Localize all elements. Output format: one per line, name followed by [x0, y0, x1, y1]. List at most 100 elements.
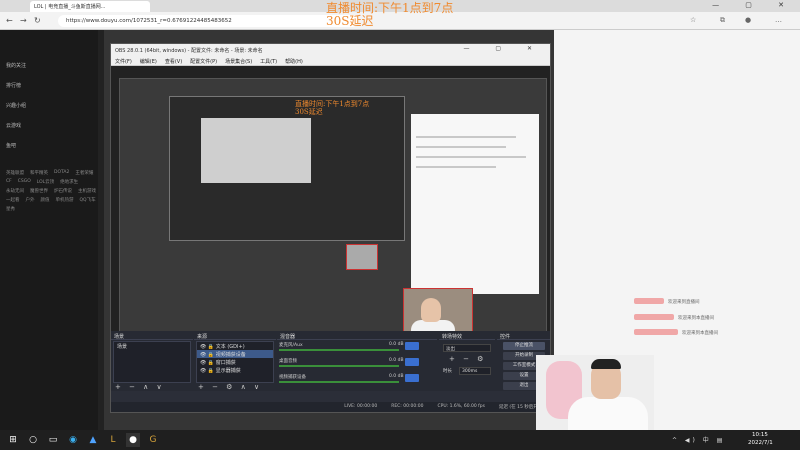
obs-menubar: 文件(F) 编辑(E) 查看(V) 配置文件(P) 场景集合(S) 工具(T) …: [111, 55, 550, 66]
nav-category[interactable]: 英雄联盟: [6, 170, 24, 176]
menu-profile[interactable]: 配置文件(P): [190, 58, 217, 65]
preview-text-line: [416, 166, 496, 168]
menu-edit[interactable]: 编辑(E): [140, 58, 157, 65]
nav-item-groups[interactable]: 兴趣小组: [6, 102, 26, 109]
nav-item-cloud-game[interactable]: 云游戏: [6, 122, 21, 129]
obs-title-text: OBS 28.0.1 (64bit, windows) - 配置文件: 未命名 …: [115, 48, 263, 54]
nav-category[interactable]: 颜值: [41, 197, 50, 203]
nav-category[interactable]: 和平精英: [30, 170, 48, 176]
windows-start-icon[interactable]: ⊞: [6, 433, 20, 447]
user-badge: [634, 298, 664, 304]
site-left-nav: 我的关注 排行榜 兴趣小组 云游戏 鱼吧 英雄联盟 和平精英 DOTA2 王者荣…: [0, 30, 104, 430]
search-icon[interactable]: ○: [26, 433, 40, 447]
transitions-title: 转场特效: [439, 331, 495, 340]
address-text: https://www.douyu.com/1072531_r=0.676912…: [66, 18, 232, 24]
nav-item-yuba[interactable]: 鱼吧: [6, 142, 16, 149]
reload-icon[interactable]: ↻: [34, 16, 41, 25]
mixer-volume-slider[interactable]: [279, 365, 399, 367]
nav-category[interactable]: 单机热游: [56, 197, 74, 203]
menu-tools[interactable]: 工具(T): [260, 58, 277, 65]
obs-taskbar-icon[interactable]: ●: [126, 433, 140, 447]
preview-notice-line2: 30S延迟: [295, 108, 323, 116]
profile-icon[interactable]: ●: [745, 16, 751, 24]
source-label: 文本 (GDI+): [215, 344, 245, 350]
stop-streaming-button[interactable]: 停止推流: [503, 342, 545, 350]
address-bar[interactable]: https://www.douyu.com/1072531_r=0.676912…: [58, 15, 358, 27]
nav-category[interactable]: 户外: [26, 197, 35, 203]
edge-icon[interactable]: ◉: [66, 433, 80, 447]
clock-date[interactable]: 2022/7/1: [748, 440, 773, 446]
nav-category-grid: 英雄联盟 和平精英 DOTA2 王者荣耀 CF CSGO LOL云顶 绝地求生 …: [6, 170, 101, 212]
nav-category[interactable]: DOTA2: [54, 170, 69, 176]
scenes-title: 场景: [111, 331, 193, 340]
nav-category[interactable]: LOL云顶: [37, 179, 54, 185]
mixer-volume-slider[interactable]: [279, 349, 399, 351]
sources-toolbar[interactable]: + − ⚙ ∧ ∨: [198, 383, 262, 391]
chat-message: 欢迎来到本直播间: [682, 331, 718, 336]
menu-scene-collection[interactable]: 场景集合(S): [225, 58, 252, 65]
transition-duration-label: 时长: [443, 369, 452, 374]
nav-item-ranking[interactable]: 排行榜: [6, 82, 21, 89]
obs-docks: 场景 场景 + − ∧ ∨ 来源 👁 🔒 文本 (GDI+) 👁 🔒 视频捕获设…: [111, 331, 550, 391]
scene-item[interactable]: 场景: [114, 342, 190, 350]
menu-view[interactable]: 查看(V): [165, 58, 182, 65]
scenes-list: 场景: [113, 341, 191, 383]
user-badge: [634, 329, 678, 335]
source-label: 显示器捕获: [215, 368, 241, 374]
browser-window-controls[interactable]: — ▢ ✕: [712, 1, 796, 9]
transition-select[interactable]: 淡出: [443, 344, 491, 352]
preview-text-line: [416, 136, 516, 138]
clock-time[interactable]: 10:15: [752, 432, 768, 438]
forward-icon[interactable]: →: [20, 16, 27, 25]
nav-category[interactable]: QQ飞车: [80, 197, 96, 203]
nav-category[interactable]: 绝地求生: [60, 179, 78, 185]
nav-item-following[interactable]: 我的关注: [6, 62, 26, 69]
nav-category[interactable]: 王者荣耀: [75, 170, 93, 176]
nav-category[interactable]: 魔兽世界: [30, 188, 48, 194]
obs-window-controls[interactable]: — ▢ ✕: [463, 45, 544, 52]
transition-toolbar[interactable]: + − ⚙: [449, 355, 486, 363]
task-view-icon[interactable]: ▭: [46, 433, 60, 447]
source-item[interactable]: 👁 🔒 显示器捕获: [197, 366, 273, 374]
lol-icon[interactable]: L: [106, 433, 120, 447]
source-item[interactable]: 👁 🔒 文本 (GDI+): [197, 342, 273, 350]
nav-category[interactable]: 主机游戏: [78, 188, 96, 194]
status-rec: REC: 00:00:00: [391, 404, 424, 409]
mixer-channel-level: 0.0 dB: [389, 374, 404, 379]
favorites-icon[interactable]: ☆: [690, 16, 696, 24]
app-icon[interactable]: ▲: [86, 433, 100, 447]
back-icon[interactable]: ←: [6, 16, 13, 25]
preview-small-webcam: [346, 244, 378, 270]
source-item[interactable]: 👁 🔒 窗口捕获: [197, 358, 273, 366]
preview-text-line: [416, 156, 526, 158]
mixer-mute-button[interactable]: [405, 342, 419, 350]
mixer-mute-button[interactable]: [405, 374, 419, 382]
menu-file[interactable]: 文件(F): [115, 58, 132, 65]
obs-titlebar: OBS 28.0.1 (64bit, windows) - 配置文件: 未命名 …: [111, 44, 550, 55]
transition-duration-input[interactable]: 300ms: [459, 367, 491, 375]
browser-tab[interactable]: LOL | 电竞直播_斗鱼斯直播网...: [30, 1, 150, 12]
preview-nested-obs-inner: [201, 118, 311, 183]
nav-category[interactable]: 炉石传说: [54, 188, 72, 194]
collections-icon[interactable]: ⧉: [720, 16, 725, 25]
source-item[interactable]: 👁 🔒 视频捕获设备: [197, 350, 273, 358]
mixer-channel: 桌面音频 0.0 dB: [279, 358, 425, 372]
chat-message: 欢迎来到本直播间: [678, 316, 714, 321]
mixer-mute-button[interactable]: [405, 358, 419, 366]
nav-category[interactable]: 星秀: [6, 206, 15, 212]
mixer-volume-slider[interactable]: [279, 381, 399, 383]
nav-category[interactable]: 一起看: [6, 197, 20, 203]
scenes-toolbar[interactable]: + − ∧ ∨: [115, 383, 165, 391]
menu-icon[interactable]: …: [775, 16, 782, 24]
obs-preview[interactable]: 直播时间:下午1点到7点 30S延迟: [111, 66, 550, 371]
mixer-channel-level: 0.0 dB: [389, 358, 404, 363]
system-tray[interactable]: ^ ◀) 中 ▤: [672, 435, 725, 444]
nav-category[interactable]: CSGO: [18, 179, 31, 185]
preview-webpage: [411, 114, 539, 294]
sources-dock: 来源 👁 🔒 文本 (GDI+) 👁 🔒 视频捕获设备 👁 🔒 窗口捕获 👁 🔒…: [194, 331, 276, 391]
nav-category[interactable]: 永劫无间: [6, 188, 24, 194]
game-icon[interactable]: G: [146, 433, 160, 447]
nav-category[interactable]: CF: [6, 179, 12, 185]
status-cpu: CPU: 1.6%, 60.00 fps: [437, 404, 485, 409]
menu-help[interactable]: 帮助(H): [285, 58, 303, 65]
